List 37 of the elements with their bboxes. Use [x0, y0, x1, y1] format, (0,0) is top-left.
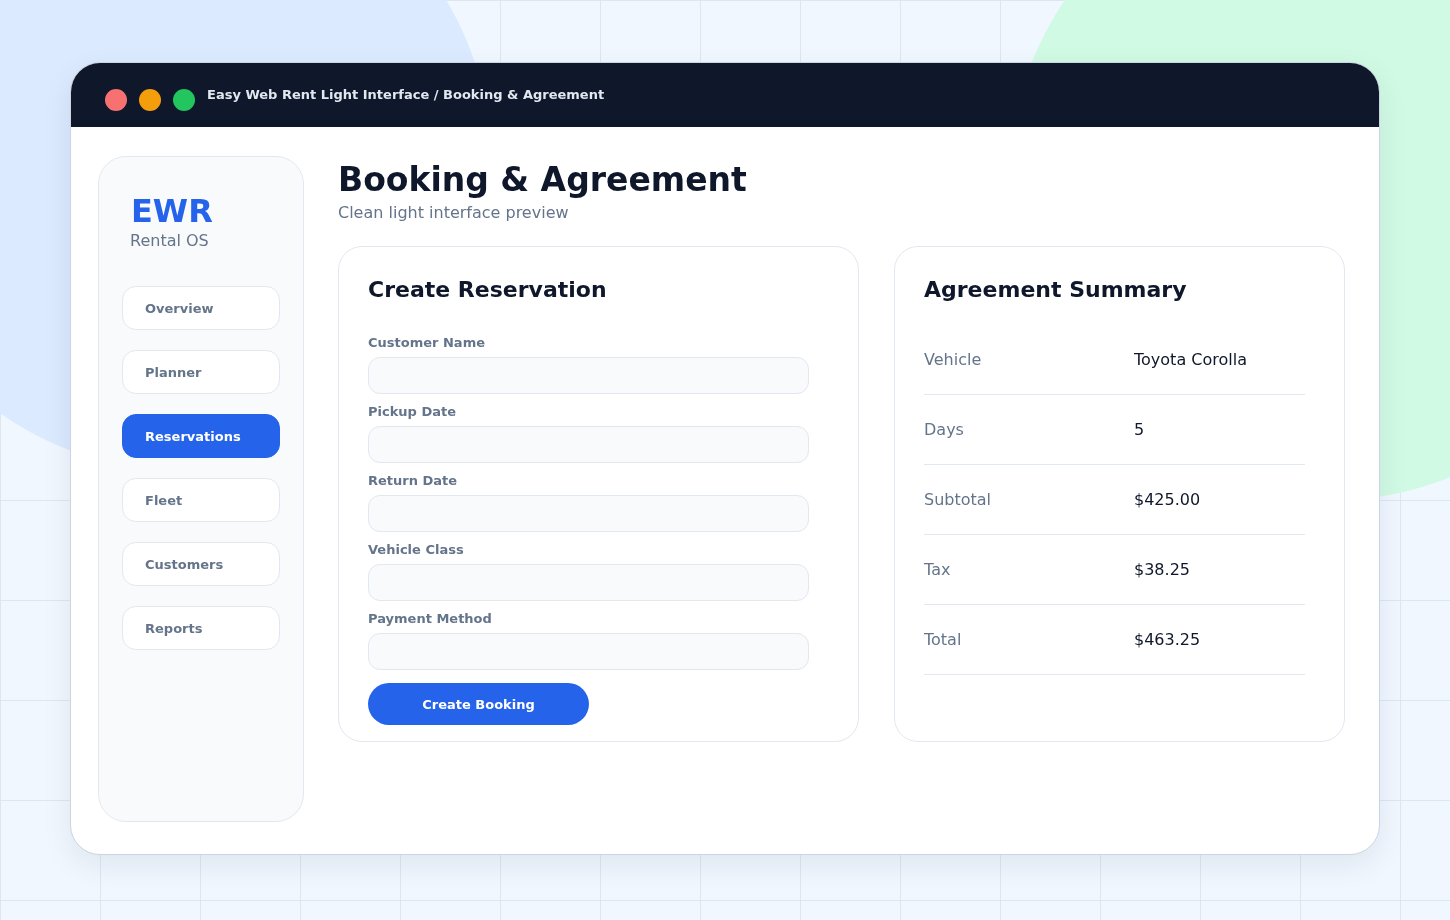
- input-field[interactable]: [368, 495, 809, 532]
- summary-label: Total: [924, 630, 963, 649]
- field-label: Pickup Date: [368, 404, 458, 419]
- summary-value: $425.00: [1134, 490, 1201, 509]
- summary-value: $463.25: [1134, 630, 1201, 649]
- card-title: Agreement Summary: [924, 276, 1188, 304]
- window-control-icon[interactable]: [173, 89, 195, 111]
- nav-item[interactable]: Overview: [122, 286, 280, 330]
- page-title: Booking & Agreement: [338, 160, 748, 200]
- field-label: Payment Method: [368, 611, 493, 626]
- logo: EWR: [131, 191, 214, 231]
- card-title: Create Reservation: [368, 276, 608, 304]
- summary-value: Toyota Corolla: [1134, 350, 1247, 369]
- input-field[interactable]: [368, 357, 809, 394]
- window-control-icon[interactable]: [105, 89, 127, 111]
- window-title: Easy Web Rent Light Interface / Booking & Agreement: [207, 86, 605, 102]
- create-booking-button[interactable]: Create Booking: [368, 683, 589, 725]
- page-subtitle: Clean light interface preview: [338, 203, 570, 222]
- input-field[interactable]: [368, 633, 809, 670]
- summary-value: $38.25: [1134, 560, 1190, 579]
- input-field[interactable]: [368, 426, 809, 463]
- summary-label: Subtotal: [924, 490, 993, 509]
- nav-item[interactable]: Reservations: [122, 414, 280, 458]
- summary-label: Vehicle: [924, 350, 983, 369]
- field-label: Vehicle Class: [368, 542, 465, 557]
- summary-label: Tax: [924, 560, 952, 579]
- window-control-icon[interactable]: [139, 89, 161, 111]
- nav-item[interactable]: Fleet: [122, 478, 280, 522]
- input-field[interactable]: [368, 564, 809, 601]
- nav-item[interactable]: Planner: [122, 350, 280, 394]
- nav-item[interactable]: Customers: [122, 542, 280, 586]
- nav-item[interactable]: Reports: [122, 606, 280, 650]
- logo-subtitle: Rental OS: [130, 231, 210, 250]
- summary-value: 5: [1134, 420, 1145, 439]
- summary-label: Days: [924, 420, 965, 439]
- field-label: Return Date: [368, 473, 459, 488]
- field-label: Customer Name: [368, 335, 486, 350]
